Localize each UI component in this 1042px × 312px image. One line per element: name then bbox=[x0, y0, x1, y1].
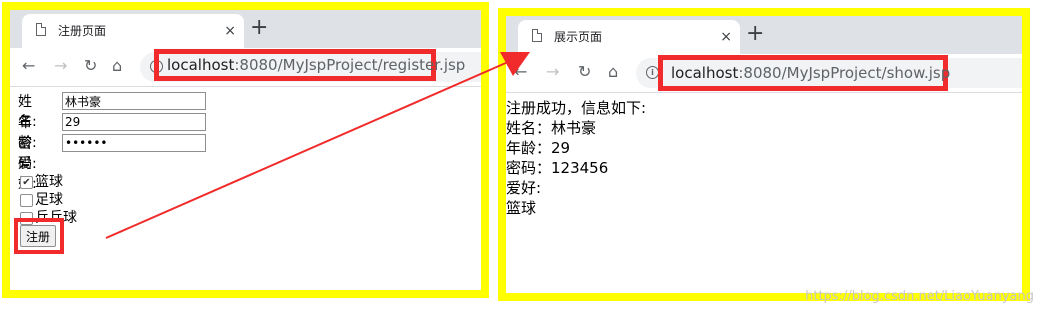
result-hobby-label: 爱好: bbox=[506, 179, 542, 197]
browser-toolbar: ← → ↻ ⌂ i localhost:8080/MyJspProject/sh… bbox=[506, 54, 1022, 93]
result-hobby-value: 篮球 bbox=[506, 199, 537, 217]
home-icon[interactable]: ⌂ bbox=[608, 62, 618, 82]
tab-register[interactable]: 注册页面 × bbox=[22, 14, 244, 48]
tab-title: 注册页面 bbox=[58, 24, 107, 38]
name-field[interactable] bbox=[62, 92, 206, 110]
back-arrow-icon[interactable]: ← bbox=[514, 62, 527, 82]
football-checkbox[interactable] bbox=[20, 194, 33, 207]
reload-icon[interactable]: ↻ bbox=[84, 56, 97, 76]
url-highlight: localhost:8080/MyJspProject/show.jsp bbox=[658, 55, 951, 91]
show-browser-window: 展示页面 × + ← → ↻ ⌂ i localhost:8080/MyJspP… bbox=[498, 8, 1030, 301]
home-icon[interactable]: ⌂ bbox=[112, 56, 122, 76]
address-bar[interactable]: i localhost:8080/MyJspProject/show.jsp bbox=[636, 55, 1022, 91]
url-highlight: localhost:8080/MyJspProject/register.jsp bbox=[154, 49, 465, 81]
watermark: https://blog.csdn.net/LiaoYuanyang bbox=[805, 289, 1034, 304]
register-page-content: 姓名: 年龄: 密码: 爱好: ✔ 篮球 足球 乒乓球 注册 bbox=[10, 87, 481, 290]
result-name: 姓名：林书豪 bbox=[506, 119, 597, 137]
basketball-checkbox[interactable]: ✔ bbox=[20, 176, 33, 189]
hobby-option-label: 篮球 bbox=[35, 174, 63, 190]
register-browser-window: 注册页面 × + ← → ↻ ⌂ i localhost:8080/MyJspP… bbox=[2, 2, 489, 298]
forward-arrow-icon[interactable]: → bbox=[54, 56, 67, 76]
tab-strip: 注册页面 × + bbox=[10, 10, 481, 48]
url-path: :8080/MyJspProject/register.jsp bbox=[234, 56, 466, 74]
tab-strip: 展示页面 × + bbox=[506, 16, 1022, 54]
url-host: localhost bbox=[671, 64, 739, 82]
success-message: 注册成功，信息如下: bbox=[506, 99, 647, 117]
url-host: localhost bbox=[167, 56, 235, 74]
document-icon bbox=[532, 29, 542, 42]
password-field[interactable] bbox=[62, 134, 206, 152]
back-arrow-icon[interactable]: ← bbox=[22, 56, 35, 76]
register-submit-button[interactable]: 注册 bbox=[20, 225, 56, 247]
document-icon bbox=[36, 23, 46, 36]
plus-icon[interactable]: + bbox=[250, 15, 268, 40]
age-field[interactable] bbox=[62, 113, 206, 131]
address-bar[interactable]: i localhost:8080/MyJspProject/register.j… bbox=[140, 49, 481, 82]
show-page-content: 注册成功，信息如下: 姓名：林书豪 年龄：29 密码：123456 爱好: 篮球 bbox=[506, 93, 1022, 293]
result-age: 年龄：29 bbox=[506, 139, 571, 157]
close-icon[interactable]: × bbox=[224, 14, 236, 48]
tab-show[interactable]: 展示页面 × bbox=[518, 20, 740, 54]
plus-icon[interactable]: + bbox=[746, 21, 764, 46]
submit-highlight: 注册 bbox=[14, 218, 64, 254]
browser-toolbar: ← → ↻ ⌂ i localhost:8080/MyJspProject/re… bbox=[10, 48, 481, 87]
hobby-option-label: 足球 bbox=[35, 192, 63, 208]
forward-arrow-icon[interactable]: → bbox=[546, 62, 559, 82]
close-icon[interactable]: × bbox=[720, 20, 732, 54]
reload-icon[interactable]: ↻ bbox=[578, 62, 591, 82]
tab-title: 展示页面 bbox=[554, 30, 603, 44]
result-password: 密码：123456 bbox=[506, 159, 609, 177]
url-path: :8080/MyJspProject/show.jsp bbox=[738, 64, 951, 82]
